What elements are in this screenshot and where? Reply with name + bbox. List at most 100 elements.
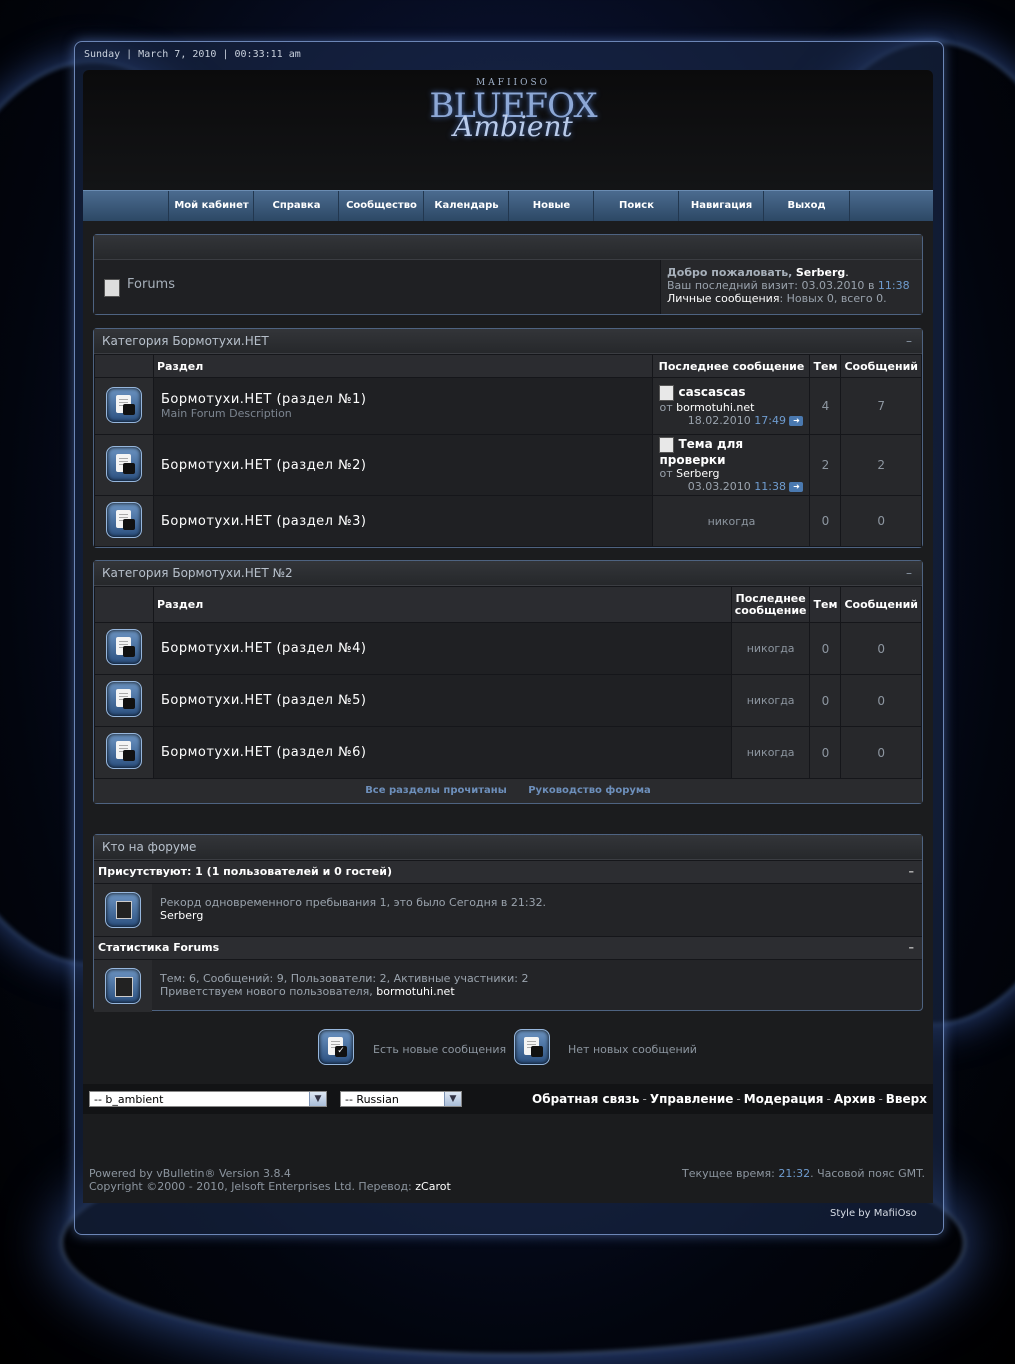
nav-navigation[interactable]: Навигация	[678, 191, 764, 221]
icon-legend: ✓ Есть новые сообщения Нет новых сообщен…	[318, 1029, 718, 1069]
posts-count: 0	[840, 622, 922, 675]
style-chooser-value: -- b_ambient	[94, 1093, 164, 1106]
category-1-title[interactable]: Категория Бормотухи.НЕТ	[102, 334, 269, 348]
last-post-time: 17:49	[754, 414, 786, 427]
style-chooser-select[interactable]: -- b_ambient ▼	[89, 1091, 327, 1107]
top-link[interactable]: Вверх	[886, 1092, 927, 1106]
online-users-count[interactable]: Присутствуют: 1 (1 пользователей и 0 гос…	[98, 865, 392, 878]
online-users-header[interactable]: Присутствуют: 1 (1 пользователей и 0 гос…	[94, 860, 922, 883]
last-post-user[interactable]: Serberg	[676, 467, 719, 480]
nav-community[interactable]: Сообщество	[338, 191, 424, 221]
last-post-cell: Тема для проверки от Serberg 03.03.2010 …	[652, 434, 811, 496]
chevron-down-icon[interactable]: ▼	[444, 1092, 461, 1106]
category-1-collapse-icon[interactable]: –	[906, 329, 912, 353]
category-1-header[interactable]: Категория Бормотухи.НЕТ –	[94, 329, 922, 354]
language-select[interactable]: -- Russian ▼	[340, 1091, 462, 1107]
post-icon	[659, 385, 675, 401]
welcome-box: Forums Добро пожаловать, Serberg. Ваш по…	[93, 234, 923, 315]
forum-old-icon	[106, 445, 142, 482]
table-row: Бормотухи.НЕТ (раздел №4) никогда 0 0	[94, 622, 922, 675]
forum-cell: Бормотухи.НЕТ (раздел №6)	[153, 726, 732, 779]
separator: -	[736, 1092, 741, 1106]
stats-collapse-icon[interactable]: –	[909, 937, 915, 959]
online-users-row: Рекорд одновременного пребывания 1, это …	[94, 883, 922, 936]
last-post-user[interactable]: bormotuhi.net	[676, 401, 754, 414]
powered-text: Powered by vBulletin® Version 3.8.4	[89, 1167, 291, 1180]
threads-count: 0	[809, 674, 842, 727]
category-2-collapse-icon[interactable]: –	[906, 561, 912, 585]
last-post-title[interactable]: cascascas	[678, 385, 745, 399]
no-new-posts-icon	[514, 1029, 550, 1065]
forum-old-icon	[106, 681, 142, 717]
last-post-by: от	[659, 401, 673, 414]
table-row: Бормотухи.НЕТ (раздел №5) никогда 0 0	[94, 674, 922, 727]
welcome-panel: Добро пожаловать, Serberg. Ваш последний…	[660, 260, 922, 314]
private-messages-count: : Новых 0, всего 0.	[779, 292, 887, 305]
nav-new[interactable]: Новые	[508, 191, 594, 221]
forum-title[interactable]: Бормотухи.НЕТ (раздел №2)	[161, 458, 651, 473]
nav-calendar[interactable]: Календарь	[423, 191, 509, 221]
users-online-icon	[105, 892, 141, 928]
forum-leaders-link[interactable]: Руководство форума	[528, 785, 651, 796]
go-to-last-post-icon[interactable]: ➜	[789, 416, 804, 426]
posts-count: 0	[840, 674, 922, 727]
chevron-down-icon[interactable]: ▼	[309, 1092, 326, 1106]
forum-title[interactable]: Бормотухи.НЕТ (раздел №1)	[161, 392, 651, 407]
category-1-table: Раздел Последнее сообщение Тем Сообщений…	[94, 354, 922, 547]
whos-online-header[interactable]: Кто на форуме	[94, 835, 922, 860]
archive-link[interactable]: Архив	[834, 1092, 876, 1106]
stats-text: Тем: 6, Сообщений: 9, Пользователи: 2, А…	[160, 972, 528, 998]
new-user-link[interactable]: bormotuhi.net	[376, 985, 454, 998]
nav-search[interactable]: Поиск	[593, 191, 679, 221]
welcome-username[interactable]: Serberg	[796, 266, 845, 279]
nav-logout[interactable]: Выход	[763, 191, 850, 221]
private-messages-link[interactable]: Личные сообщения	[667, 292, 779, 305]
header-posts: Сообщений	[840, 586, 922, 623]
last-post-date: 18.02.2010	[687, 414, 751, 427]
last-visit-in: в	[867, 279, 875, 292]
category-2-title[interactable]: Категория Бормотухи.НЕТ №2	[102, 566, 293, 580]
forum-title[interactable]: Бормотухи.НЕТ (раздел №6)	[161, 745, 730, 760]
header-threads: Тем	[809, 586, 842, 623]
online-record: Рекорд одновременного пребывания 1, это …	[160, 896, 547, 909]
moderation-link[interactable]: Модерация	[744, 1092, 824, 1106]
forum-status-cell	[94, 434, 154, 496]
forum-title[interactable]: Бормотухи.НЕТ (раздел №3)	[161, 514, 651, 529]
stats-title[interactable]: Статистика Forums	[98, 941, 219, 954]
admin-link[interactable]: Управление	[650, 1092, 734, 1106]
forum-old-icon	[106, 386, 142, 423]
table-row: Бормотухи.НЕТ (раздел №3) никогда 0 0	[94, 495, 922, 547]
last-post-never: никогда	[730, 674, 811, 727]
style-credit[interactable]: Style by MafiiOso	[830, 1208, 917, 1219]
category-2-header[interactable]: Категория Бормотухи.НЕТ №2 –	[94, 561, 922, 586]
forum-old-icon	[106, 629, 142, 665]
mark-all-read-link[interactable]: Все разделы прочитаны	[365, 785, 507, 796]
online-collapse-icon[interactable]: –	[909, 861, 915, 883]
forum-cell: Бормотухи.НЕТ (раздел №4)	[153, 622, 732, 675]
time-label: Текущее время:	[681, 1167, 775, 1180]
breadcrumb-forums[interactable]: Forums	[127, 277, 175, 292]
stats-header[interactable]: Статистика Forums –	[94, 936, 922, 959]
category-2-table: Раздел Последнее сообщение Тем Сообщений…	[94, 586, 922, 779]
nav-my-cabinet[interactable]: Мой кабинет	[168, 191, 254, 221]
posts-count: 0	[840, 726, 922, 779]
forum-title[interactable]: Бормотухи.НЕТ (раздел №4)	[161, 641, 730, 656]
translator-link[interactable]: zCarot	[415, 1180, 451, 1193]
feedback-link[interactable]: Обратная связь	[532, 1092, 639, 1106]
last-post-never: никогда	[730, 622, 811, 675]
header-threads: Тем	[809, 354, 842, 378]
threads-count: 2	[809, 434, 842, 496]
time-value: 21:32	[778, 1167, 811, 1180]
forum-title[interactable]: Бормотухи.НЕТ (раздел №5)	[161, 693, 730, 708]
online-user-link[interactable]: Serberg	[160, 909, 546, 922]
nav-help[interactable]: Справка	[253, 191, 339, 221]
last-post-never: никогда	[730, 726, 811, 779]
last-post-never: никогда	[652, 495, 811, 547]
header-forum: Раздел	[152, 354, 654, 378]
welcome-new-user-label: Приветствуем нового пользователя,	[160, 985, 373, 998]
threads-count: 0	[809, 622, 842, 675]
go-to-last-post-icon[interactable]: ➜	[789, 482, 804, 492]
site-logo[interactable]: MAFIIOSO BLUEFOX Ambient	[413, 78, 613, 168]
forums-home-icon[interactable]	[104, 279, 120, 297]
forum-status-cell	[94, 377, 154, 435]
